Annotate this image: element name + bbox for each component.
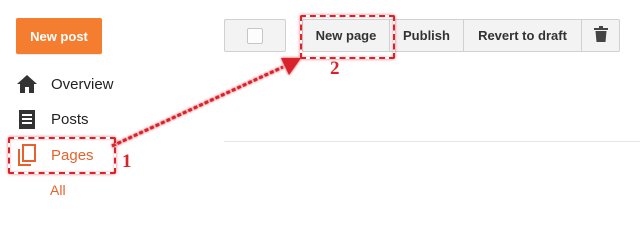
step-number-2: 2 (330, 58, 340, 79)
step-number-1: 1 (122, 151, 132, 172)
annotation-arrow (111, 58, 301, 148)
